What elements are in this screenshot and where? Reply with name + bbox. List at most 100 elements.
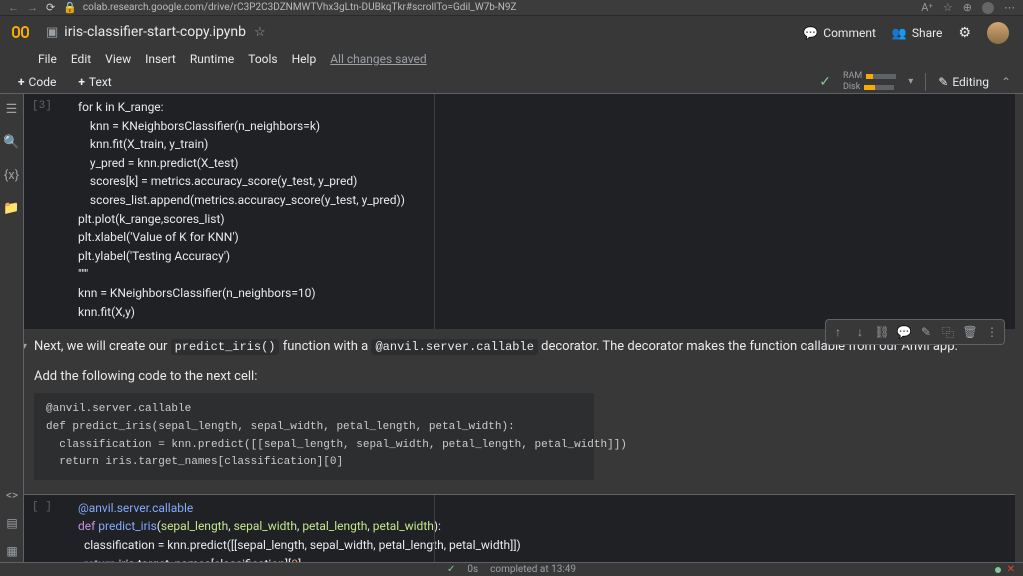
user-avatar[interactable] xyxy=(987,22,1009,44)
link-icon[interactable]: ⛓ xyxy=(872,322,892,342)
notebook-content: [3] for k in K_range: knn = KNeighborsCl… xyxy=(24,94,1023,562)
move-down-icon[interactable]: ↓ xyxy=(850,322,870,342)
add-code-button[interactable]: + Code xyxy=(12,73,62,91)
add-text-label: Text xyxy=(89,75,112,89)
text-cell[interactable]: ▾ Next, we will create our predict_iris(… xyxy=(24,329,1015,494)
status-check-icon: ✓ xyxy=(447,564,455,575)
code-line: knn = KNeighborsClassifier(n_neighbors=1… xyxy=(24,284,1015,303)
check-icon: ✓ xyxy=(819,74,831,90)
reload-icon[interactable]: ⟳ xyxy=(46,1,55,14)
comment-label: Comment xyxy=(823,26,876,40)
browser-profile-icon[interactable] xyxy=(982,2,994,14)
url-text[interactable]: colab.research.google.com/drive/rC3P2C3D… xyxy=(83,2,921,13)
chevron-down-icon[interactable]: ▾ xyxy=(908,76,913,87)
command-palette-icon[interactable]: ▦ xyxy=(6,544,17,558)
forward-icon[interactable]: → xyxy=(27,1,38,14)
code-line: knn.fit(X_train, y_train) xyxy=(24,135,1015,154)
browser-address-bar: ← → ⟳ 🔒 colab.research.google.com/drive/… xyxy=(0,0,1023,16)
menu-file[interactable]: File xyxy=(38,52,57,66)
connection-status-icon xyxy=(995,567,1001,573)
code-line: plt.ylabel('Testing Accuracy') xyxy=(24,247,1015,266)
text-paragraph: Add the following code to the next cell: xyxy=(34,367,991,387)
text-span: function with a xyxy=(279,339,371,354)
editing-mode-button[interactable]: ✎ Editing xyxy=(938,75,989,89)
move-up-icon[interactable]: ↑ xyxy=(828,322,848,342)
chevron-up-icon[interactable]: ⌃ xyxy=(1001,75,1011,89)
gear-icon[interactable]: ⚙ xyxy=(958,25,971,41)
left-sidebar-bottom: <> ▤ ▦ xyxy=(0,488,24,558)
menu-help[interactable]: Help xyxy=(292,52,317,66)
comment-cell-icon[interactable]: 💬 xyxy=(894,322,914,342)
code-snippets-icon[interactable]: <> xyxy=(6,488,18,502)
toc-icon[interactable]: ☰ xyxy=(6,102,18,117)
drive-file-icon: ▣ xyxy=(46,25,58,40)
plus-icon: + xyxy=(18,75,25,89)
mirror-icon[interactable]: ⿻ xyxy=(938,322,958,342)
browser-menu-icon[interactable]: ⋯ xyxy=(1004,1,1015,14)
menu-view[interactable]: View xyxy=(105,52,131,66)
search-icon[interactable]: 🔍 xyxy=(3,135,19,150)
menu-tools[interactable]: Tools xyxy=(248,52,277,66)
plus-icon: + xyxy=(78,75,85,89)
edit-icon[interactable]: ✎ xyxy=(916,322,936,342)
notebook-title[interactable]: iris-classifier-start-copy.ipynb xyxy=(64,24,246,40)
add-text-button[interactable]: + Text xyxy=(72,73,117,91)
colab-logo-icon[interactable] xyxy=(12,23,36,41)
close-status-icon[interactable]: ✕ xyxy=(1007,564,1015,575)
code-cell[interactable]: [ ] @anvil.server.callable def predict_i… xyxy=(24,494,1015,562)
pencil-icon: ✎ xyxy=(938,75,948,89)
text-span: Next, we will create our xyxy=(34,339,171,354)
status-completed: completed at 13:49 xyxy=(490,564,576,575)
menu-insert[interactable]: Insert xyxy=(145,52,176,66)
comment-button[interactable]: 💬 Comment xyxy=(803,26,876,40)
variables-icon[interactable]: {x} xyxy=(4,168,19,183)
status-time: 0s xyxy=(467,564,478,575)
code-line: plt.plot(k_range,scores_list) xyxy=(24,210,1015,229)
resource-meter[interactable]: RAM Disk xyxy=(843,71,896,92)
code-line: scores_list.append(metrics.accuracy_scor… xyxy=(24,191,1015,210)
header-actions: 💬 Comment 👥 Share ⚙ xyxy=(803,22,1009,44)
comment-icon: 💬 xyxy=(803,26,818,40)
code-token: @anvil.server.callable xyxy=(78,501,193,515)
collapse-icon[interactable]: ▾ xyxy=(24,339,27,355)
lock-icon: 🔒 xyxy=(63,1,77,14)
code-cell[interactable]: [3] for k in K_range: knn = KNeighborsCl… xyxy=(24,94,1015,329)
collections-icon[interactable]: ⊕ xyxy=(963,1,972,14)
ram-label: RAM xyxy=(843,71,862,81)
star-icon[interactable]: ☆ xyxy=(254,25,266,40)
save-status[interactable]: All changes saved xyxy=(330,52,426,66)
share-button[interactable]: 👥 Share xyxy=(892,26,943,40)
code-line: """ xyxy=(24,265,1015,284)
cell-toolbar: ↑ ↓ ⛓ 💬 ✎ ⿻ 🗑 ⋮ xyxy=(825,319,1005,345)
code-line: knn = KNeighborsClassifier(n_neighbors=k… xyxy=(24,117,1015,136)
editing-label: Editing xyxy=(952,75,989,89)
files-icon[interactable]: 📁 xyxy=(3,201,19,216)
delete-icon[interactable]: 🗑 xyxy=(960,322,980,342)
embedded-code-block: @anvil.server.callable def predict_iris(… xyxy=(34,393,594,479)
share-label: Share xyxy=(912,26,943,40)
menu-edit[interactable]: Edit xyxy=(71,52,91,66)
cell-execution-count: [ ] xyxy=(32,499,52,516)
code-line: scores[k] = metrics.accuracy_score(y_tes… xyxy=(24,172,1015,191)
menu-runtime[interactable]: Runtime xyxy=(190,52,234,66)
share-icon: 👥 xyxy=(892,26,907,40)
code-line: y_pred = knn.predict(X_test) xyxy=(24,154,1015,173)
terminal-icon[interactable]: ▤ xyxy=(6,516,17,530)
more-icon[interactable]: ⋮ xyxy=(982,322,1002,342)
favorite-icon[interactable]: ☆ xyxy=(943,1,953,14)
inline-code: predict_iris() xyxy=(171,339,280,355)
menu-bar: File Edit View Insert Runtime Tools Help… xyxy=(0,48,1023,70)
code-line: plt.xlabel('Value of K for KNN') xyxy=(24,228,1015,247)
code-line: for k in K_range: xyxy=(24,98,1015,117)
status-bar: ✓ 0s completed at 13:49 ✕ xyxy=(0,562,1023,576)
add-code-label: Code xyxy=(29,75,57,89)
back-icon[interactable]: ← xyxy=(8,1,19,14)
ruler-line xyxy=(434,495,435,562)
code-line: classification = knn.predict([[sepal_len… xyxy=(24,536,1015,555)
ruler-line xyxy=(434,94,435,329)
disk-label: Disk xyxy=(843,82,860,92)
inline-code: @anvil.server.callable xyxy=(371,339,537,355)
cell-execution-count: [3] xyxy=(32,98,52,115)
reader-icon[interactable]: A⁺ xyxy=(921,1,933,14)
toolbar: + Code + Text ✓ RAM Disk ▾ ✎ Editing ⌃ xyxy=(0,70,1023,94)
